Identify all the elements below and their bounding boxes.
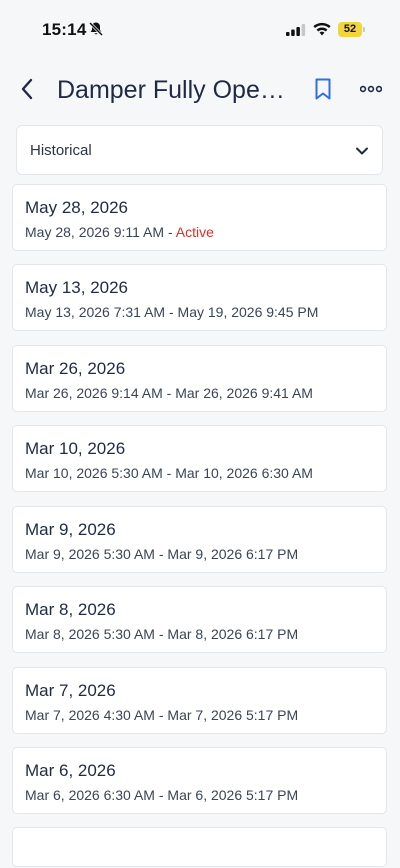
- filter-selected-value: Historical: [30, 142, 92, 159]
- chevron-left-icon: [21, 78, 33, 100]
- more-options-button[interactable]: [356, 75, 386, 103]
- chevron-down-icon: [356, 147, 368, 155]
- nav-bar: Damper Fully Open...: [0, 66, 400, 114]
- event-range: Mar 7, 2026 4:30 AM - Mar 7, 2026 5:17 P…: [25, 707, 299, 723]
- event-range: Mar 8, 2026 5:30 AM - Mar 8, 2026 6:17 P…: [25, 626, 299, 642]
- event-card[interactable]: Mar 7, 2026 Mar 7, 2026 4:30 AM - Mar 7,…: [12, 667, 387, 734]
- event-card[interactable]: Mar 6, 2026 Mar 6, 2026 6:30 AM - Mar 6,…: [12, 747, 387, 814]
- event-start: May 28, 2026 9:11 AM: [25, 224, 165, 240]
- bell-off-icon: [88, 21, 104, 37]
- event-date: Mar 6, 2026: [25, 761, 116, 780]
- event-card[interactable]: May 13, 2026 May 13, 2026 7:31 AM - May …: [12, 264, 387, 331]
- back-button[interactable]: [12, 74, 42, 104]
- event-date: Mar 10, 2026: [25, 439, 126, 458]
- event-range: Mar 9, 2026 5:30 AM - Mar 9, 2026 6:17 P…: [25, 546, 299, 562]
- event-separator: -: [164, 224, 176, 240]
- event-range: Mar 26, 2026 9:14 AM - Mar 26, 2026 9:41…: [25, 385, 313, 401]
- event-status-active: Active: [175, 224, 214, 240]
- wifi-icon: [313, 22, 331, 36]
- event-range: Mar 6, 2026 6:30 AM - Mar 6, 2026 5:17 P…: [25, 787, 299, 803]
- event-card[interactable]: Mar 8, 2026 Mar 8, 2026 5:30 AM - Mar 8,…: [12, 586, 387, 653]
- event-card[interactable]: Mar 9, 2026 Mar 9, 2026 5:30 AM - Mar 9,…: [12, 506, 387, 573]
- bookmark-button[interactable]: [310, 75, 336, 103]
- event-range: May 28, 2026 9:11 AM - Active: [25, 224, 214, 240]
- event-date: May 13, 2026: [25, 278, 129, 297]
- event-card-partial[interactable]: [12, 827, 387, 867]
- history-filter-select[interactable]: Historical: [16, 125, 383, 175]
- more-horizontal-icon: [360, 85, 382, 93]
- event-card[interactable]: May 28, 2026 May 28, 2026 9:11 AM - Acti…: [12, 184, 387, 251]
- event-card[interactable]: Mar 26, 2026 Mar 26, 2026 9:14 AM - Mar …: [12, 345, 387, 412]
- battery-level: 52: [338, 22, 362, 37]
- event-range: May 13, 2026 7:31 AM - May 19, 2026 9:45…: [25, 304, 319, 320]
- event-date: Mar 9, 2026: [25, 520, 116, 539]
- event-date: Mar 7, 2026: [25, 681, 116, 700]
- page-title: Damper Fully Open...: [57, 76, 293, 104]
- event-card[interactable]: Mar 10, 2026 Mar 10, 2026 5:30 AM - Mar …: [12, 425, 387, 492]
- status-bar: 15:14 52: [0, 0, 400, 56]
- battery-indicator: 52: [338, 22, 366, 37]
- cellular-signal-icon: [286, 24, 306, 36]
- status-time: 15:14: [42, 20, 87, 39]
- battery-tip: [363, 27, 365, 32]
- event-range: Mar 10, 2026 5:30 AM - Mar 10, 2026 6:30…: [25, 465, 313, 481]
- event-date: Mar 26, 2026: [25, 359, 126, 378]
- event-date: Mar 8, 2026: [25, 600, 116, 619]
- event-date: May 28, 2026: [25, 198, 129, 217]
- bookmark-icon: [315, 78, 331, 100]
